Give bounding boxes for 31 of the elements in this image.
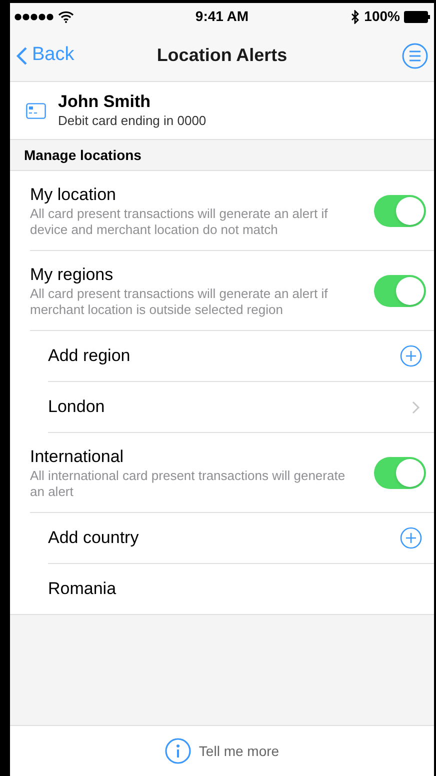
status-time: 9:41 AM (195, 7, 249, 26)
info-icon (164, 738, 191, 764)
add-item-label: Add region (48, 345, 130, 368)
toggle-switch[interactable] (374, 274, 426, 306)
setting-description: All international card present transactions will generate an alert (30, 468, 346, 500)
screen-title: Location Alerts (156, 44, 288, 67)
setting-title: My regions (30, 264, 114, 286)
menu-icon[interactable] (402, 42, 428, 68)
card-icon (26, 102, 46, 118)
setting-description: All card present transactions will generate an alert if device and merchant location do not match (30, 206, 329, 238)
section-header: Manage locations (24, 146, 142, 165)
wifi-icon (58, 10, 74, 22)
bluetooth-icon (350, 10, 360, 24)
list-item: Romania (48, 578, 116, 600)
add-icon[interactable] (400, 527, 422, 549)
setting-title: My location (30, 184, 117, 206)
toggle-switch[interactable] (374, 194, 426, 226)
toggle-switch[interactable] (374, 456, 426, 488)
setting-title: International (30, 446, 125, 468)
signal-icon (14, 12, 54, 20)
setting-description: All card present transactions will generate an alert if merchant location is outside selected region (30, 286, 329, 318)
card-description: Debit card ending in 0000 (58, 112, 206, 130)
battery-percent: 100% (364, 7, 400, 26)
chevron-right-icon (412, 400, 420, 414)
tell-me-more-link[interactable]: Tell me more (164, 738, 280, 764)
list-item[interactable]: London (48, 382, 434, 433)
cardholder-name: John Smith (58, 92, 152, 112)
battery-icon (404, 10, 430, 22)
add-icon[interactable] (400, 345, 422, 367)
add-item-label: Add country (48, 527, 139, 550)
chevron-left-icon (16, 46, 28, 66)
